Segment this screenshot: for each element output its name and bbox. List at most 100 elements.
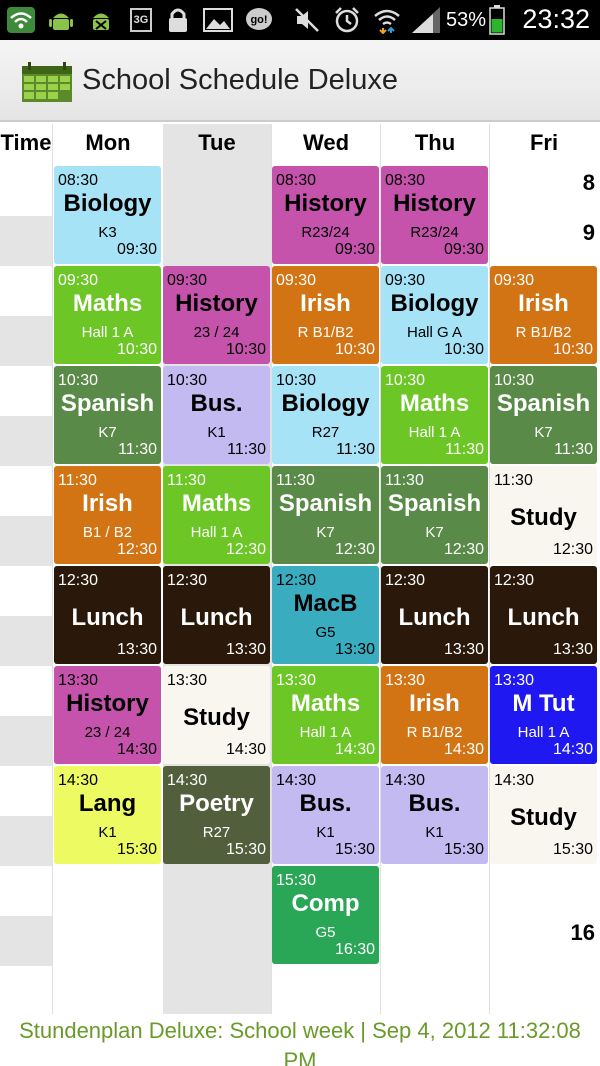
lesson-end-time: 15:30 — [443, 841, 484, 858]
lesson-subject: Irish — [409, 690, 460, 717]
lesson-room: R27 — [202, 824, 231, 841]
lesson-start-time: 10:30 — [385, 372, 426, 389]
lesson-start-time: 08:30 — [276, 172, 317, 189]
lesson-start-time: 11:30 — [58, 472, 97, 489]
lesson-subject: Bus. — [299, 790, 352, 817]
day-header-mon[interactable]: Mon — [54, 130, 162, 156]
lesson-start-time: 11:30 — [494, 472, 533, 489]
lesson-end-time: 09:30 — [116, 241, 157, 258]
lesson-start-time: 08:30 — [385, 172, 426, 189]
lesson-cell[interactable]: 14:30 Bus. K1 15:30 — [272, 766, 379, 864]
lesson-subject: Study — [183, 704, 250, 731]
lesson-cell[interactable]: 12:30 Lunch 13:30 — [381, 566, 488, 664]
lesson-room: K7 — [316, 524, 335, 541]
lesson-subject: Comp — [291, 890, 360, 917]
lesson-subject: History — [175, 290, 258, 317]
lesson-room: R23/24 — [410, 224, 459, 241]
lesson-cell[interactable]: 11:30 Maths Hall 1 A 12:30 — [163, 466, 270, 564]
calendar-grid-icon[interactable] — [22, 62, 72, 102]
lesson-subject: Lunch — [71, 604, 144, 631]
lesson-end-time: 13:30 — [225, 641, 266, 658]
lesson-cell[interactable]: 13:30 Study 14:30 — [163, 666, 270, 764]
lesson-room: G5 — [315, 924, 336, 941]
lesson-cell[interactable]: 11:30 Spanish K7 12:30 — [381, 466, 488, 564]
hour-label: 16 — [570, 920, 595, 945]
lesson-start-time: 13:30 — [167, 672, 208, 689]
lesson-subject: Lunch — [180, 604, 253, 631]
lesson-cell[interactable]: 12:30 Lunch 13:30 — [490, 566, 597, 664]
lesson-cell[interactable]: 09:30 Irish R B1/B2 10:30 — [490, 266, 597, 364]
lesson-cell[interactable]: 10:30 Spanish K7 11:30 — [490, 366, 597, 464]
cell-signal-icon — [410, 6, 442, 34]
lesson-cell[interactable]: 09:30 Maths Hall 1 A 10:30 — [54, 266, 161, 364]
footer-status: Stundenplan Deluxe: School week | Sep 4,… — [19, 1018, 581, 1066]
lesson-cell[interactable]: 13:30 M Tut Hall 1 A 14:30 — [490, 666, 597, 764]
lesson-start-time: 10:30 — [58, 372, 99, 389]
lesson-cell[interactable]: 09:30 Irish R B1/B2 10:30 — [272, 266, 379, 364]
lesson-cell[interactable]: 11:30 Irish B1 / B2 12:30 — [54, 466, 161, 564]
lesson-cell[interactable]: 13:30 Irish R B1/B2 14:30 — [381, 666, 488, 764]
lesson-start-time: 13:30 — [58, 672, 99, 689]
lesson-start-time: 14:30 — [276, 772, 317, 789]
lesson-cell[interactable]: 12:30 Lunch 13:30 — [163, 566, 270, 664]
lesson-cell[interactable]: 09:30 History 23 / 24 10:30 — [163, 266, 270, 364]
lesson-subject: Biology — [63, 190, 152, 217]
lesson-cell[interactable]: 08:30 History R23/24 09:30 — [381, 166, 488, 264]
lesson-cell[interactable]: 10:30 Biology R27 11:30 — [272, 366, 379, 464]
lesson-cell[interactable]: 14:30 Lang K1 15:30 — [54, 766, 161, 864]
lesson-subject: History — [284, 190, 367, 217]
lesson-cell[interactable]: 14:30 Bus. K1 15:30 — [381, 766, 488, 864]
app-title: School Schedule Deluxe — [82, 64, 398, 96]
lesson-end-time: 11:30 — [554, 441, 593, 458]
lesson-room: R23/24 — [301, 224, 350, 241]
lesson-start-time: 09:30 — [494, 272, 535, 289]
lesson-cell[interactable]: 10:30 Spanish K7 11:30 — [54, 366, 161, 464]
day-header-fri[interactable]: Fri — [490, 130, 598, 156]
lesson-cell[interactable]: 11:30 Study 12:30 — [490, 466, 597, 564]
lesson-end-time: 14:30 — [334, 741, 375, 758]
lesson-cell[interactable]: 10:30 Bus. K1 11:30 — [163, 366, 270, 464]
lesson-subject: Lang — [78, 790, 137, 817]
lesson-cell[interactable]: 13:30 Maths Hall 1 A 14:30 — [272, 666, 379, 764]
lesson-room: K1 — [98, 824, 117, 841]
lesson-subject: M Tut — [512, 690, 575, 717]
lesson-end-time: 11:30 — [336, 441, 375, 458]
lesson-cell[interactable]: 12:30 Lunch 13:30 — [54, 566, 161, 664]
alarm-icon — [332, 6, 362, 34]
day-header-tue[interactable]: Tue — [163, 130, 271, 156]
lesson-end-time: 10:30 — [443, 341, 484, 358]
lesson-end-time: 12:30 — [225, 541, 266, 558]
lesson-end-time: 10:30 — [552, 341, 593, 358]
lesson-subject: Biology — [390, 290, 479, 317]
lesson-start-time: 11:30 — [167, 472, 206, 489]
lesson-end-time: 12:30 — [334, 541, 375, 558]
lesson-start-time: 11:30 — [276, 472, 315, 489]
lesson-subject: Lunch — [398, 604, 471, 631]
lesson-subject: Bus. — [408, 790, 461, 817]
action-bar: School Schedule Deluxe — [0, 40, 600, 122]
lesson-end-time: 15:30 — [334, 841, 375, 858]
day-header-thu[interactable]: Thu — [381, 130, 489, 156]
lesson-end-time: 13:30 — [443, 641, 484, 658]
lesson-cell[interactable]: 13:30 History 23 / 24 14:30 — [54, 666, 161, 764]
lesson-cell[interactable]: 10:30 Maths Hall 1 A 11:30 — [381, 366, 488, 464]
lesson-end-time: 15:30 — [552, 841, 593, 858]
lesson-start-time: 12:30 — [494, 572, 535, 589]
lesson-cell[interactable]: 15:30 Comp G5 16:30 — [272, 866, 379, 964]
lesson-cell[interactable]: 12:30 MacB G5 13:30 — [272, 566, 379, 664]
hour-shade — [0, 516, 52, 566]
lesson-cell[interactable]: 14:30 Poetry R27 15:30 — [163, 766, 270, 864]
lesson-room: 23 / 24 — [193, 324, 240, 341]
lesson-end-time: 11:30 — [227, 441, 266, 458]
lesson-cell[interactable]: 11:30 Spanish K7 12:30 — [272, 466, 379, 564]
lesson-cell[interactable]: 09:30 Biology Hall G A 10:30 — [381, 266, 488, 364]
lesson-start-time: 11:30 — [385, 472, 424, 489]
lesson-subject: Spanish — [60, 390, 155, 417]
lesson-cell[interactable]: 08:30 History R23/24 09:30 — [272, 166, 379, 264]
lesson-subject: Spanish — [387, 490, 482, 517]
lesson-cell[interactable]: 14:30 Study 15:30 — [490, 766, 597, 864]
day-header-wed[interactable]: Wed — [272, 130, 380, 156]
lesson-cell[interactable]: 08:30 Biology K3 09:30 — [54, 166, 161, 264]
lesson-start-time: 10:30 — [167, 372, 208, 389]
lesson-subject: History — [66, 690, 149, 717]
